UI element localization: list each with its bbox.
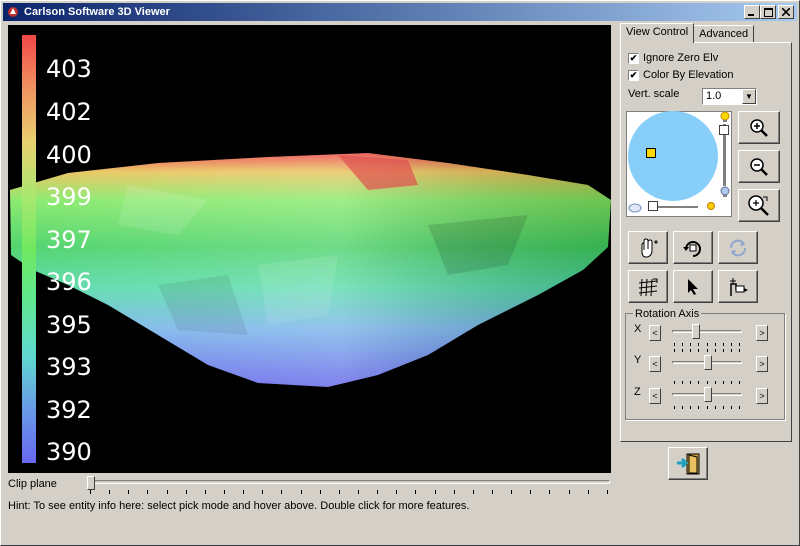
close-button[interactable] <box>778 5 794 19</box>
clip-plane-ticks <box>90 490 608 494</box>
rotation-z-left-button[interactable]: < <box>649 388 661 404</box>
vert-scale-select[interactable]: 1.0 ▼ <box>702 88 757 105</box>
vert-scale-label: Vert. scale <box>628 88 680 100</box>
color-by-elevation-checkbox[interactable]: ✔ <box>628 69 639 81</box>
mesh-icon <box>638 278 658 296</box>
legend-label: 397 <box>46 226 92 254</box>
legend-label: 392 <box>46 396 92 424</box>
clip-plane-label: Clip plane <box>8 478 57 490</box>
rotation-z-ticks-bottom <box>674 406 740 409</box>
title-bar[interactable]: Carlson Software 3D Viewer <box>3 3 797 21</box>
legend-label: 402 <box>46 98 92 126</box>
maximize-icon <box>763 7 773 17</box>
ignore-zero-elv-label: Ignore Zero Elv <box>643 52 719 64</box>
ambient-light-thumb[interactable] <box>648 201 658 211</box>
minimize-button[interactable] <box>744 5 760 19</box>
rotation-x-right-button[interactable]: > <box>756 325 768 341</box>
select-tool-button[interactable] <box>673 270 713 303</box>
refresh-icon <box>730 239 746 256</box>
cloud-icon <box>628 203 642 213</box>
pan-tool-button[interactable] <box>628 231 668 264</box>
clip-plane-slider-track[interactable] <box>88 480 610 484</box>
rotation-y-ticks <box>674 349 740 352</box>
zoom-out-icon <box>750 157 768 176</box>
legend-label: 400 <box>46 141 92 169</box>
minimize-icon <box>748 14 754 16</box>
mesh-tool-button[interactable] <box>628 270 668 303</box>
rotation-y-right-button[interactable]: > <box>756 356 768 372</box>
tab-strip: View Control Advanced <box>620 23 755 43</box>
legend-label: 403 <box>46 55 92 83</box>
zoom-extents-icon <box>748 194 769 216</box>
rotation-z-label: Z <box>634 386 641 398</box>
pick-tool-button[interactable] <box>718 270 758 303</box>
rotation-x-ticks <box>674 343 740 346</box>
legend-label: 395 <box>46 311 92 339</box>
rotation-x-left-button[interactable]: < <box>649 325 661 341</box>
ignore-zero-elv-checkbox[interactable]: ✔ <box>628 52 639 64</box>
hand-icon <box>641 237 658 257</box>
legend-label: 393 <box>46 353 92 381</box>
tab-advanced[interactable]: Advanced <box>693 25 755 43</box>
legend-label: 390 <box>46 438 92 466</box>
maximize-button[interactable] <box>760 5 776 19</box>
exit-door-icon <box>677 453 700 474</box>
clip-plane-slider-thumb[interactable] <box>87 476 95 490</box>
pick-point-icon <box>730 277 748 296</box>
window-title: Carlson Software 3D Viewer <box>24 6 170 18</box>
3d-viewport[interactable]: 403 402 400 399 397 396 395 393 392 390 <box>8 25 611 473</box>
rotation-z-thumb[interactable] <box>704 387 712 402</box>
elevation-legend-bar <box>22 35 36 463</box>
zoom-in-button[interactable] <box>738 111 780 144</box>
color-by-elevation-option[interactable]: ✔ Color By Elevation <box>628 69 734 81</box>
light-intensity-thumb[interactable] <box>719 125 729 135</box>
exit-button[interactable] <box>668 447 708 480</box>
zoom-in-icon <box>750 118 768 137</box>
rotate-tool-button[interactable] <box>673 231 713 264</box>
terrain-surface <box>10 153 611 387</box>
vert-scale-value: 1.0 <box>706 90 722 102</box>
rotation-x-thumb[interactable] <box>692 324 700 339</box>
rotation-x-track[interactable] <box>672 330 742 333</box>
rotation-z-ticks-top <box>674 381 740 384</box>
close-icon <box>782 8 790 16</box>
cursor-arrow-icon <box>688 278 698 295</box>
dropdown-arrow-icon[interactable]: ▼ <box>742 89 756 104</box>
rotate-icon <box>683 240 701 257</box>
sun-icon <box>707 202 715 210</box>
rotation-y-thumb[interactable] <box>704 355 712 370</box>
auto-rotate-button[interactable] <box>718 231 758 264</box>
legend-label: 399 <box>46 183 92 211</box>
color-by-elevation-label: Color By Elevation <box>643 69 734 81</box>
ignore-zero-elv-option[interactable]: ✔ Ignore Zero Elv <box>628 52 718 64</box>
hint-text: Hint: To see entity info here: select pi… <box>8 500 470 512</box>
app-icon <box>6 5 20 19</box>
rotation-y-label: Y <box>634 354 642 366</box>
zoom-extents-button[interactable] <box>738 189 780 222</box>
rotation-y-left-button[interactable]: < <box>649 356 661 372</box>
rotation-z-right-button[interactable]: > <box>756 388 768 404</box>
dim-bulb-icon <box>720 186 730 197</box>
light-position-handle[interactable] <box>646 148 656 158</box>
tab-view-control[interactable]: View Control <box>620 23 695 43</box>
zoom-out-button[interactable] <box>738 150 780 183</box>
rotation-axis-title: Rotation Axis <box>633 308 702 320</box>
light-direction-circle[interactable] <box>628 111 718 201</box>
legend-label: 396 <box>46 268 92 296</box>
rotation-x-label: X <box>634 323 642 335</box>
light-bulb-icon <box>720 111 730 122</box>
